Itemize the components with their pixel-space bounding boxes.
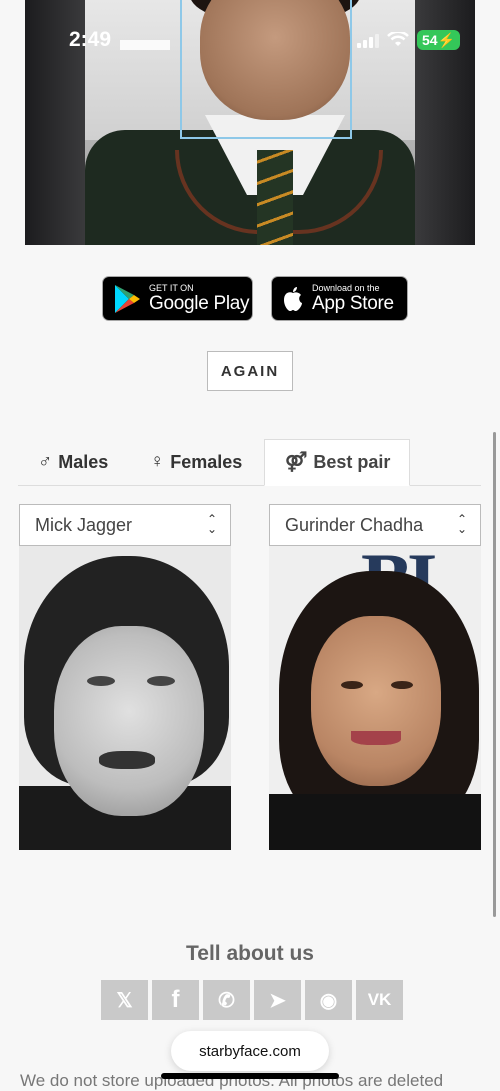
status-time: 2:49 [69,28,112,51]
female-celebrity-photo: BI [269,546,481,850]
scrollbar[interactable] [493,432,496,917]
tab-best-pair-label: Best pair [313,452,391,472]
share-reddit-button[interactable]: ◉ [305,980,352,1020]
app-store-label: App Store [312,292,394,314]
apple-icon [284,286,302,311]
whatsapp-icon: ✆ [218,989,235,1012]
telegram-icon: ➤ [269,989,286,1012]
share-x-button[interactable]: 𝕏 [101,980,148,1020]
google-play-icon [115,284,140,313]
female-celebrity-select[interactable]: Gurinder Chadha ⌃ ⌄ [269,504,481,546]
male-celebrity-select[interactable]: Mick Jagger ⌃ ⌄ [19,504,231,546]
select-chevron-icon: ⌃ ⌄ [206,512,217,536]
vk-icon: VK [367,990,392,1009]
share-vk-button[interactable]: VK [356,980,403,1020]
female-icon: ♀ [150,451,165,472]
status-icons: 54⚡ [357,28,461,52]
reddit-icon: ◉ [319,989,338,1012]
best-pair-icon: ⚤ [285,452,308,473]
male-icon: ♂ [38,451,53,472]
tab-males[interactable]: ♂ Males [38,439,108,485]
battery-indicator: 54⚡ [417,30,461,50]
home-indicator[interactable] [161,1073,339,1079]
select-chevron-icon: ⌃ ⌄ [456,512,467,536]
share-whatsapp-button[interactable]: ✆ [203,980,250,1020]
tab-females[interactable]: ♀ Females [150,439,242,485]
google-play-button[interactable]: GET IT ON Google Play [102,276,253,321]
tab-males-label: Males [58,451,109,472]
wifi-icon [387,32,409,46]
app-store-small-text: Download on the [312,282,380,293]
facebook-icon: f [171,986,180,1013]
face-detection-box [180,0,352,139]
share-title: Tell about us [186,942,314,965]
google-play-label: Google Play [149,292,250,314]
gender-tabs: ♂ Males ♀ Females ⚤ Best pair [18,439,481,486]
tab-females-label: Females [170,451,243,472]
x-icon: 𝕏 [116,989,133,1012]
google-play-small-text: GET IT ON [149,282,194,293]
female-celebrity-select-value: Gurinder Chadha [285,514,424,535]
app-store-button[interactable]: Download on the App Store [271,276,408,321]
charging-icon: ⚡ [437,32,456,48]
browser-url-bar[interactable]: starbyface.com [171,1031,329,1071]
share-facebook-button[interactable]: f [152,980,199,1020]
signal-icon [357,32,379,48]
share-telegram-button[interactable]: ➤ [254,980,301,1020]
tab-best-pair[interactable]: ⚤ Best pair [264,439,410,486]
again-button[interactable]: AGAIN [207,351,293,391]
male-celebrity-select-value: Mick Jagger [35,514,133,535]
male-celebrity-photo [19,546,231,850]
